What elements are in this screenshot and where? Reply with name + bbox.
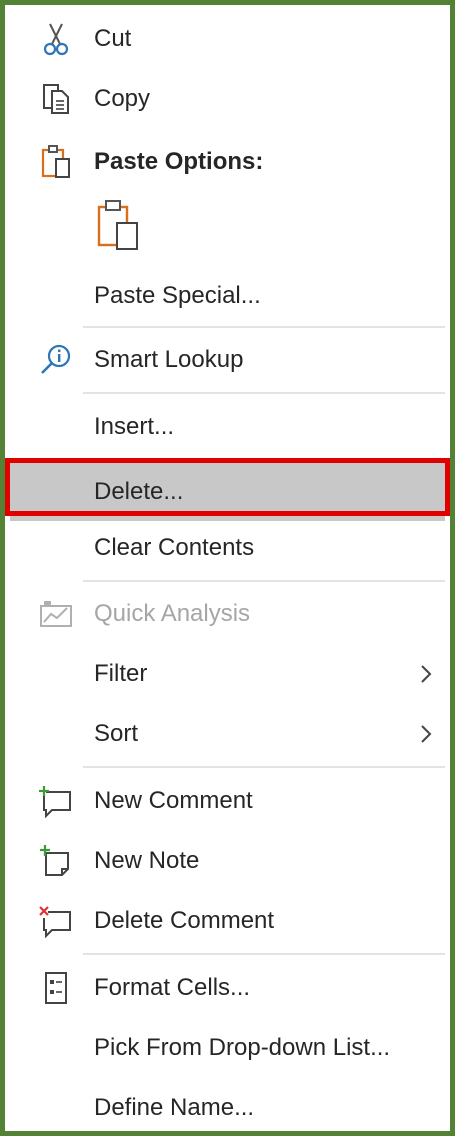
menu-separator [83, 580, 445, 582]
menu-item-filter[interactable]: Filter [10, 644, 445, 704]
new-note-icon [36, 841, 76, 881]
menu-item-clear-contents[interactable]: Clear Contents [10, 518, 445, 578]
menu-item-define-name[interactable]: Define Name... [10, 1078, 445, 1138]
menu-item-delete-comment[interactable]: Delete Comment [10, 891, 445, 951]
menu-item-label: Smart Lookup [94, 346, 244, 373]
menu-item-sort[interactable]: Sort [10, 704, 445, 764]
menu-item-new-comment[interactable]: New Comment [10, 771, 445, 831]
chevron-right-icon [421, 725, 432, 743]
menu-item-new-note[interactable]: New Note [10, 831, 445, 891]
menu-item-label: Cut [94, 25, 132, 52]
new-comment-icon [36, 781, 76, 821]
menu-separator [83, 766, 445, 768]
menu-item-format-cells[interactable]: Format Cells... [10, 958, 445, 1018]
menu-separator [83, 392, 445, 394]
menu-item-label: Define Name... [94, 1094, 255, 1121]
menu-item-cut[interactable]: Cut [10, 9, 445, 69]
menu-item-label: New Comment [94, 787, 253, 814]
menu-item-label: Paste Options: [94, 148, 264, 175]
chevron-right-icon [421, 665, 432, 683]
menu-item-label: Clear Contents [94, 534, 255, 561]
menu-item-label: Pick From Drop-down List... [94, 1034, 391, 1061]
menu-item-delete[interactable]: Delete... [10, 463, 445, 521]
smart-lookup-icon [36, 340, 76, 380]
scissors-icon [36, 19, 76, 59]
format-cells-icon [36, 968, 76, 1008]
context-menu: Cut Copy Paste Options: Paste Special...… [0, 0, 455, 1136]
menu-item-label: Delete... [94, 478, 184, 505]
menu-item-label: Insert... [94, 413, 175, 440]
menu-separator [83, 326, 445, 328]
delete-comment-icon [36, 901, 76, 941]
copy-icon [36, 79, 76, 119]
menu-item-label: Format Cells... [94, 974, 251, 1001]
menu-item-label: Copy [94, 85, 151, 112]
menu-item-label: New Note [94, 847, 200, 874]
menu-item-paste-special[interactable]: Paste Special... [10, 266, 445, 326]
menu-item-quick-analysis: Quick Analysis [10, 584, 445, 644]
paste-icon [36, 142, 76, 182]
menu-item-label: Quick Analysis [94, 600, 251, 627]
menu-item-copy[interactable]: Copy [10, 69, 445, 129]
menu-item-label: Filter [94, 660, 148, 687]
menu-item-smart-lookup[interactable]: Smart Lookup [10, 330, 445, 390]
menu-item-paste-options: Paste Options: [10, 132, 445, 192]
menu-item-insert[interactable]: Insert... [10, 397, 445, 457]
menu-item-label: Delete Comment [94, 907, 275, 934]
paste-keep-source-icon[interactable] [93, 197, 145, 253]
quick-analysis-icon [36, 594, 76, 634]
menu-item-pick-from-list[interactable]: Pick From Drop-down List... [10, 1018, 445, 1078]
menu-separator [83, 953, 445, 955]
menu-item-label: Sort [94, 720, 139, 747]
menu-item-label: Paste Special... [94, 282, 261, 309]
